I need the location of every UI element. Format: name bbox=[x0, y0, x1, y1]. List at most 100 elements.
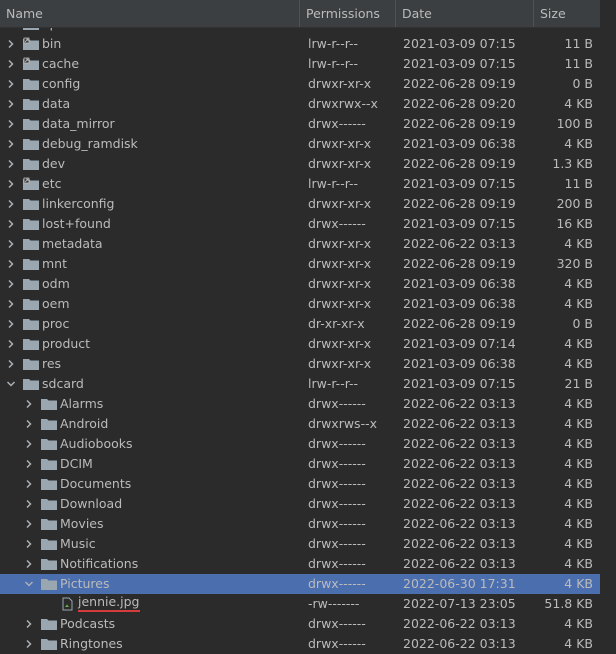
name-cell: config bbox=[0, 74, 300, 94]
date-cell: 2021-03-09 07:15 bbox=[403, 376, 516, 391]
folder-row[interactable]: odm drwxr-xr-x 2021-03-09 06:38 4 KB bbox=[0, 274, 600, 294]
folder-row[interactable]: Podcasts drwx------ 2022-06-22 03:13 4 KB bbox=[0, 614, 600, 634]
folder-row[interactable]: lost+found drwx------ 2021-03-09 07:15 16 K… bbox=[0, 214, 600, 234]
folder-row[interactable]: mnt drwxr-xr-x 2022-06-28 09:19 320 B bbox=[0, 254, 600, 274]
folder-icon bbox=[41, 459, 57, 470]
name-cell: Alarms bbox=[0, 394, 300, 414]
chevron-right-icon[interactable] bbox=[24, 539, 34, 549]
folder-row[interactable]: debug_ramdisk drwxr-xr-x 2021-03-09 06:38 4… bbox=[0, 134, 600, 154]
chevron-right-icon[interactable] bbox=[6, 219, 16, 229]
folder-row[interactable]: Download drwx------ 2022-06-22 03:13 4 KB bbox=[0, 494, 600, 514]
folder-row[interactable]: sdcard lrw-r--r-- 2021-03-09 07:15 21 B bbox=[0, 374, 600, 394]
folder-row[interactable]: Documents drwx------ 2022-06-22 03:13 4 KB bbox=[0, 474, 600, 494]
size-cell: 4 KB bbox=[564, 96, 593, 111]
name-cell: etc bbox=[0, 174, 300, 194]
folder-row[interactable]: data drwxrwx--x 2022-06-28 09:20 4 KB bbox=[0, 94, 600, 114]
chevron-right-icon[interactable] bbox=[24, 639, 34, 649]
name-cell: debug_ramdisk bbox=[0, 134, 300, 154]
chevron-right-icon[interactable] bbox=[24, 399, 34, 409]
folder-row[interactable]: cache lrw-r--r-- 2021-03-09 07:15 11 B bbox=[0, 54, 600, 74]
vertical-scrollbar[interactable] bbox=[600, 0, 616, 654]
chevron-right-icon[interactable] bbox=[6, 59, 16, 69]
folder-row[interactable]: Notifications drwx------ 2022-06-22 03:13 4… bbox=[0, 554, 600, 574]
folder-name: Podcasts bbox=[60, 616, 116, 631]
chevron-right-icon[interactable] bbox=[24, 619, 34, 629]
column-header-size[interactable]: Size bbox=[534, 0, 600, 27]
file-row[interactable]: jennie.jpg -rw------- 2022-07-13 23:05 51.8… bbox=[0, 594, 600, 614]
folder-icon bbox=[41, 439, 57, 450]
chevron-right-icon[interactable] bbox=[6, 39, 16, 49]
folder-row[interactable]: DCIM drwx------ 2022-06-22 03:13 4 KB bbox=[0, 454, 600, 474]
folder-row[interactable]: res drwxr-xr-x 2021-03-09 06:38 4 KB bbox=[0, 354, 600, 374]
chevron-right-icon[interactable] bbox=[6, 119, 16, 129]
chevron-right-icon[interactable] bbox=[6, 339, 16, 349]
folder-row[interactable]: proc dr-xr-xr-x 2022-06-28 09:19 0 B bbox=[0, 314, 600, 334]
column-header-permissions[interactable]: Permissions bbox=[300, 0, 396, 27]
chevron-down-icon[interactable] bbox=[6, 379, 16, 389]
chevron-right-icon[interactable] bbox=[24, 559, 34, 569]
chevron-right-icon[interactable] bbox=[24, 479, 34, 489]
folder-name: Notifications bbox=[60, 556, 139, 571]
folder-icon bbox=[41, 539, 57, 550]
folder-row[interactable]: metadata drwxr-xr-x 2022-06-22 03:13 4 KB bbox=[0, 234, 600, 254]
folder-row[interactable]: Music drwx------ 2022-06-22 03:13 4 KB bbox=[0, 534, 600, 554]
column-header-name[interactable]: Name bbox=[0, 0, 300, 27]
chevron-right-icon[interactable] bbox=[6, 159, 16, 169]
folder-icon bbox=[41, 499, 57, 510]
chevron-right-icon[interactable] bbox=[6, 319, 16, 329]
folder-row[interactable]: Alarms drwx------ 2022-06-22 03:13 4 KB bbox=[0, 394, 600, 414]
chevron-down-icon[interactable] bbox=[24, 579, 34, 589]
folder-row[interactable]: Movies drwx------ 2022-06-22 03:13 4 KB bbox=[0, 514, 600, 534]
folder-row[interactable]: bin lrw-r--r-- 2021-03-09 07:15 11 B bbox=[0, 34, 600, 54]
chevron-right-icon[interactable] bbox=[6, 99, 16, 109]
date-cell: 2022-06-28 09:19 bbox=[403, 196, 516, 211]
chevron-right-icon[interactable] bbox=[24, 419, 34, 429]
folder-row[interactable]: etc lrw-r--r-- 2021-03-09 07:15 11 B bbox=[0, 174, 600, 194]
chevron-right-icon[interactable] bbox=[6, 199, 16, 209]
permissions-cell: drwx------ bbox=[308, 536, 366, 551]
folder-row[interactable]: Audiobooks drwx------ 2022-06-22 03:13 4 KB bbox=[0, 434, 600, 454]
folder-row[interactable]: linkerconfig drwxr-xr-x 2022-06-28 09:19 20… bbox=[0, 194, 600, 214]
folder-icon bbox=[41, 639, 57, 650]
date-cell: 2022-06-22 03:13 bbox=[403, 396, 516, 411]
folder-row[interactable]: dev drwxr-xr-x 2022-06-28 09:19 1.3 KB bbox=[0, 154, 600, 174]
date-cell: 2022-06-22 03:13 bbox=[403, 436, 516, 451]
folder-row[interactable]: oem drwxr-xr-x 2021-03-09 06:38 4 KB bbox=[0, 294, 600, 314]
folder-row[interactable]: data_mirror drwx------ 2022-06-28 09:19 100… bbox=[0, 114, 600, 134]
size-cell: 4 KB bbox=[564, 396, 593, 411]
chevron-right-icon[interactable] bbox=[24, 439, 34, 449]
chevron-right-icon[interactable] bbox=[6, 239, 16, 249]
folder-row[interactable]: config drwxr-xr-x 2022-06-28 09:19 0 B bbox=[0, 74, 600, 94]
name-cell: Pictures bbox=[0, 574, 300, 594]
chevron-right-icon[interactable] bbox=[24, 459, 34, 469]
size-cell: 100 B bbox=[556, 116, 593, 131]
chevron-right-icon[interactable] bbox=[6, 299, 16, 309]
folder-row[interactable]: Ringtones drwx------ 2022-06-22 03:13 4 KB bbox=[0, 634, 600, 654]
folder-icon bbox=[23, 139, 39, 150]
permissions-cell: lrw-r--r-- bbox=[308, 36, 359, 51]
folder-name: Documents bbox=[60, 476, 132, 491]
chevron-right-icon[interactable] bbox=[6, 359, 16, 369]
name-cell: Documents bbox=[0, 474, 300, 494]
size-cell: 4 KB bbox=[564, 296, 593, 311]
permissions-cell: lrw-r--r-- bbox=[308, 376, 359, 391]
folder-name: metadata bbox=[42, 236, 103, 251]
size-cell: 4 KB bbox=[564, 476, 593, 491]
folder-row[interactable]: Pictures drwx------ 2022-06-30 17:31 4 KB bbox=[0, 574, 600, 594]
chevron-right-icon[interactable] bbox=[24, 499, 34, 509]
chevron-right-icon[interactable] bbox=[6, 139, 16, 149]
size-cell: 4 KB bbox=[564, 236, 593, 251]
chevron-right-icon[interactable] bbox=[6, 179, 16, 189]
folder-row[interactable]: product drwxr-xr-x 2021-03-09 07:14 4 KB bbox=[0, 334, 600, 354]
column-header-date[interactable]: Date bbox=[396, 0, 534, 27]
name-cell: jennie.jpg bbox=[0, 594, 300, 614]
permissions-cell: drwxr-xr-x bbox=[308, 356, 372, 371]
size-cell: 4 KB bbox=[564, 556, 593, 571]
folder-row[interactable]: Android drwxrws--x 2022-06-22 03:13 4 KB bbox=[0, 414, 600, 434]
chevron-right-icon[interactable] bbox=[24, 519, 34, 529]
permissions-cell: drwxr-xr-x bbox=[308, 336, 372, 351]
chevron-right-icon[interactable] bbox=[6, 279, 16, 289]
size-cell: 4 KB bbox=[564, 616, 593, 631]
chevron-right-icon[interactable] bbox=[6, 259, 16, 269]
chevron-right-icon[interactable] bbox=[6, 79, 16, 89]
